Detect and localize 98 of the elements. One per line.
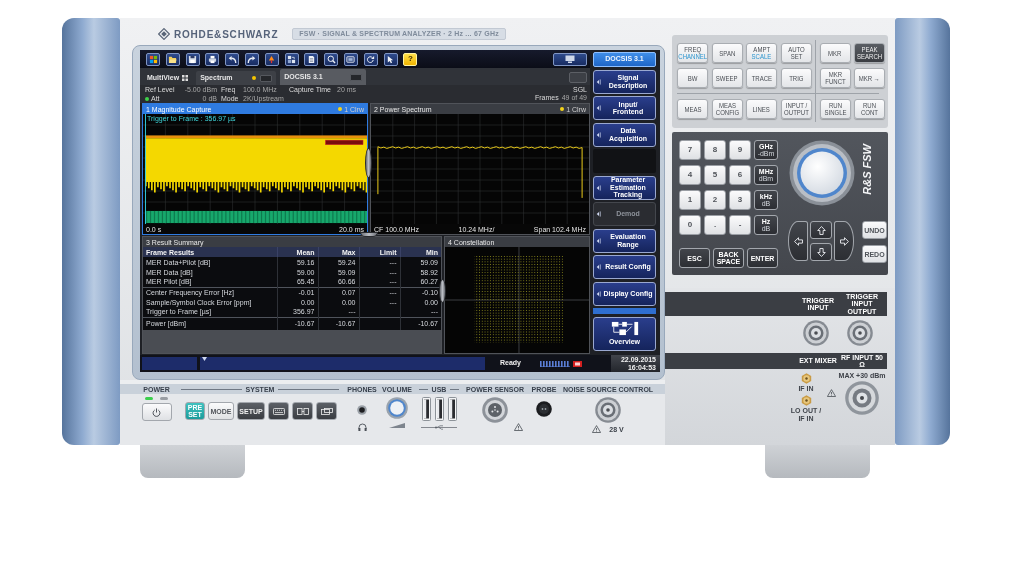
toolbar-button[interactable] [146,52,160,66]
bnc-connector-icon [803,320,829,346]
splitter-handle[interactable] [365,148,372,178]
digit-key[interactable]: 9 [729,140,751,160]
splitter-handle[interactable] [360,232,378,237]
usb-port-icon [447,397,457,421]
softkey-arrow-icon [596,237,601,244]
toolbar-button[interactable] [284,52,299,66]
usb-symbol-icon [421,425,457,430]
redo-icon [247,54,257,64]
digit-key[interactable]: 8 [704,140,726,160]
refresh-icon [366,54,376,64]
down-arrow-icon [816,247,826,257]
help-button[interactable]: ? [403,52,418,66]
trace-dot-icon [338,107,343,111]
arrow-key[interactable] [834,221,854,261]
system-key[interactable] [316,402,337,420]
toolbar-button[interactable] [264,52,279,66]
bnc-connector-icon [595,397,621,423]
toolbar-button[interactable] [304,52,319,66]
softkey-arrow-icon [596,184,601,191]
display-button[interactable] [553,52,587,66]
toolbar-button[interactable] [324,52,339,66]
left-arrow-icon [793,236,803,246]
trace-dot-icon [560,107,565,111]
power-button[interactable] [141,403,172,421]
volume-knob[interactable] [386,397,408,419]
caret-down-icon [202,357,207,361]
sma-connector-icon [800,395,812,407]
up-arrow-icon [816,225,826,235]
digit-key[interactable]: 5 [704,165,726,185]
splitter-handle[interactable] [439,279,446,303]
rotary-knob[interactable] [789,140,855,206]
grid-icon [182,75,189,81]
printer-icon [207,54,217,64]
toolbar-button[interactable] [245,52,259,66]
document-icon [306,54,316,64]
undo-icon [227,54,237,64]
level-ticks-icon [540,360,570,367]
window-swap-icon [320,407,333,415]
digit-key[interactable]: 3 [729,190,751,210]
system-key[interactable] [268,402,289,420]
digit-key[interactable]: 1 [679,190,701,210]
softkey-arrow-icon [596,131,601,138]
usb-port-icon [434,397,444,421]
block-diagram-icon [609,321,640,337]
arrow-key[interactable] [810,243,832,261]
folder-icon [168,54,178,64]
power-icon [152,407,161,417]
digit-key[interactable]: . [704,215,726,235]
warning-icon [592,425,602,433]
softkey-separator-bar [593,308,656,314]
status-panel [142,357,197,370]
digit-key[interactable]: 4 [679,165,701,185]
digit-key[interactable]: 7 [679,140,701,160]
toolbar-button[interactable] [165,52,180,66]
softkey-arrow-icon [596,211,601,217]
sensor-connector-icon [482,397,508,423]
softkey-arrow-icon [596,264,601,270]
softkey-arrow-icon [596,78,601,85]
model-name: R&S FSW [862,144,873,195]
toolbar-button[interactable] [225,52,240,66]
bnc-connector-icon [847,320,873,346]
brand-name: ROHDE&SCHWARZ [174,27,279,42]
diamond-logo-icon [158,28,170,40]
system-key[interactable] [292,402,313,420]
toolbar-button[interactable] [363,52,378,66]
two-windows-icon [296,407,309,415]
volume-ramp-icon [389,423,405,428]
rf-connector-icon [845,381,879,415]
usb-port-icon [421,397,431,421]
toolbar-button[interactable] [343,52,358,66]
screen-icon [346,54,356,64]
digit-key[interactable]: 2 [704,190,726,210]
zoom-icon [326,54,336,64]
toolbar-button[interactable] [185,52,200,66]
marker-icon [267,54,277,64]
arrow-key[interactable] [810,221,832,239]
softkey-arrow-icon [596,105,601,111]
digit-key[interactable]: 0 [679,215,701,235]
keyboard-icon [272,407,285,415]
arrow-key[interactable] [788,221,808,261]
sma-connector-icon [800,373,812,384]
color-squares-icon [148,54,158,64]
right-arrow-icon [839,236,849,246]
monitor-icon [565,55,575,63]
window-layout-icon [287,54,297,64]
status-flag-icon [573,360,582,367]
headphones-icon [357,423,367,431]
toolbar-button[interactable] [383,52,398,66]
warning-icon [827,389,836,397]
digit-key[interactable]: - [729,215,751,235]
probe-connector-icon [536,401,552,417]
headphone-jack-icon [357,405,367,415]
warning-icon [514,423,523,431]
toolbar-button[interactable] [205,52,220,66]
digit-key[interactable]: 6 [729,165,751,185]
softkey-arrow-icon [596,290,601,297]
